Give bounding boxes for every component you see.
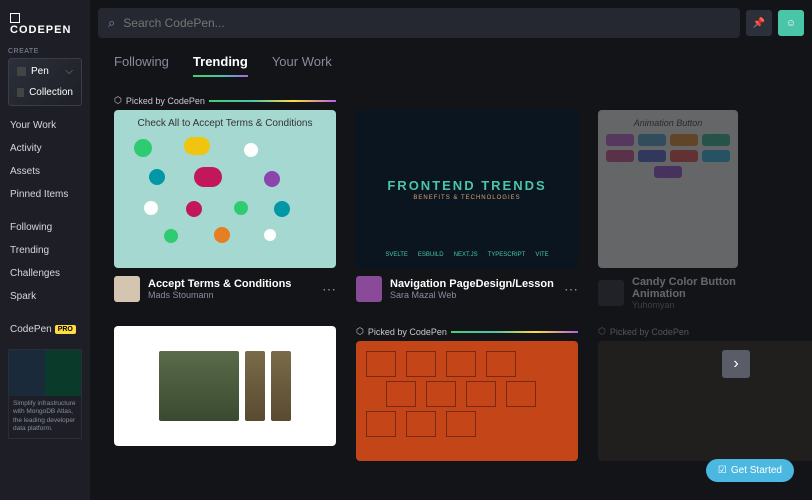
promo-text: Simplify infrastructure with MongoDB Atl… [9,396,81,438]
pen-author[interactable]: Mads Stoumann [148,290,314,300]
author-avatar[interactable] [114,276,140,302]
author-avatar[interactable] [598,280,624,306]
main: ⌕ 📌 ☺ Following Trending Your Work ⬡Pick… [90,0,812,500]
notifications-button[interactable]: 📌 [746,10,772,36]
logo[interactable]: CODEPEN [8,8,82,42]
create-label: CREATE [8,48,82,55]
search-icon: ⌕ [108,15,115,31]
user-avatar[interactable]: ☺ [778,10,804,36]
nav-trending[interactable]: Trending [8,239,82,262]
codepen-icon: ⬡ [114,95,122,106]
create-collection[interactable]: Collection [11,82,79,103]
chevron-down-icon: ⌵ [65,66,73,77]
nav-pro[interactable]: CodePen PRO [8,318,82,341]
more-icon[interactable]: ⋯ [322,281,336,298]
get-started-button[interactable]: ☑Get Started [706,459,794,482]
pen-author[interactable]: Yuhomyan [632,300,788,310]
nav-your-work[interactable]: Your Work [8,114,82,137]
pen-icon [17,67,26,76]
promo-image [9,350,81,396]
tab-trending[interactable]: Trending [193,54,248,77]
next-arrow-button[interactable]: › [722,350,750,378]
sidebar: CODEPEN CREATE Pen ⌵ Collection Your Wor… [0,0,90,500]
tab-following[interactable]: Following [114,54,169,77]
tab-your-work[interactable]: Your Work [272,54,332,77]
topbar: ⌕ 📌 ☺ [90,0,812,46]
pen-meta: Navigation PageDesign/Lesson Sara Mazal … [356,268,578,310]
nav-challenges[interactable]: Challenges [8,262,82,285]
check-icon: ☑ [718,465,727,476]
create-pen[interactable]: Pen ⌵ [11,61,79,82]
pen-title[interactable]: Accept Terms & Conditions [148,278,314,290]
content: Following Trending Your Work ⬡Picked by … [90,46,812,469]
pen-thumbnail[interactable] [114,326,336,446]
create-box: Pen ⌵ Collection [8,58,82,106]
promo-ad[interactable]: Simplify infrastructure with MongoDB Atl… [8,349,82,439]
nav-assets[interactable]: Assets [8,160,82,183]
pen-thumbnail[interactable] [356,341,578,461]
pen-meta: Accept Terms & Conditions Mads Stoumann … [114,268,336,310]
pen-author[interactable]: Sara Mazal Web [390,290,556,300]
pen-grid: ⬡Picked by CodePen Check All to Accept T… [114,95,788,318]
pen-card[interactable]: ⬡x Animation Button Candy Color Button A… [598,95,788,318]
pen-card[interactable]: ⬡Picked by CodePen [598,326,812,461]
nav-spark[interactable]: Spark [8,285,82,308]
pen-card[interactable]: ⬡Picked by CodePen Check All to Accept T… [114,95,336,318]
pro-badge: PRO [55,325,76,334]
collection-icon [17,88,24,97]
pen-title[interactable]: Navigation PageDesign/Lesson [390,278,556,290]
picked-badge: ⬡Picked by CodePen [114,95,336,106]
search-input[interactable] [123,16,730,30]
picked-badge: ⬡Picked by CodePen [356,326,578,337]
tabs: Following Trending Your Work [114,54,788,77]
pen-thumbnail[interactable]: Animation Button [598,110,738,268]
nav-activity[interactable]: Activity [8,137,82,160]
more-icon[interactable]: ⋯ [564,281,578,298]
pen-card[interactable] [114,326,336,461]
codepen-icon: ⬡ [356,326,364,337]
pen-card[interactable]: ⬡x FRONTEND TRENDS BENEFITS & TECHNOLOGI… [356,95,578,318]
author-avatar[interactable] [356,276,382,302]
pen-card[interactable]: ⬡Picked by CodePen [356,326,578,461]
pen-thumbnail[interactable] [598,341,812,461]
nav-following[interactable]: Following [8,216,82,239]
search-bar[interactable]: ⌕ [98,8,740,38]
pen-title[interactable]: Candy Color Button Animation [632,276,788,300]
pen-thumbnail[interactable]: FRONTEND TRENDS BENEFITS & TECHNOLOGIES … [356,110,578,268]
nav-pinned[interactable]: Pinned Items [8,183,82,206]
pen-grid-row2: ⬡Picked by CodePen [114,326,788,461]
pen-meta: Candy Color Button Animation Yuhomyan [598,268,788,318]
pen-thumbnail[interactable]: Check All to Accept Terms & Conditions [114,110,336,268]
picked-badge: ⬡Picked by CodePen [598,326,812,337]
